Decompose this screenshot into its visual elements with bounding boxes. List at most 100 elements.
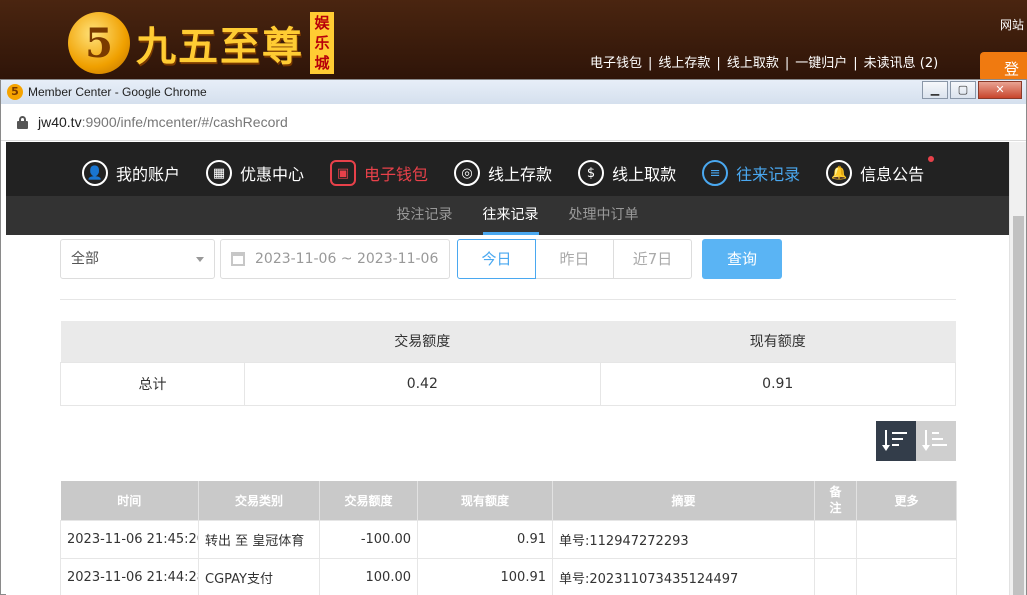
summary-header <box>60 321 245 362</box>
quick-date-buttons: 今日 昨日 近7日 <box>457 239 692 279</box>
records-header-row: 时间 交易类别 交易额度 现有额度 摘要 备注 更多 <box>60 481 957 520</box>
site-login-button[interactable]: 登 <box>980 52 1027 82</box>
top-strip <box>6 142 1009 150</box>
logo-text: 九五至尊 <box>136 23 304 70</box>
maximize-button[interactable]: ▢ <box>950 81 976 99</box>
nav-online-withdraw[interactable]: $ 线上取款 <box>578 160 676 186</box>
cell-type: 转出 至 皇冠体育 <box>198 519 320 559</box>
gift-icon: ▦ <box>206 160 233 186</box>
date-range-value: 2023-11-06 ~ 2023-11-06 <box>255 251 439 267</box>
col-header-remark: 备注 <box>814 481 857 520</box>
col-header-type: 交易类别 <box>198 481 320 520</box>
date-range-input[interactable]: 2023-11-06 ~ 2023-11-06 <box>220 239 450 279</box>
col-header-more: 更多 <box>856 481 957 520</box>
col-header-balance: 现有额度 <box>417 481 553 520</box>
site-nav-wallet[interactable]: 电子钱包 <box>590 56 642 71</box>
site-top-link[interactable]: 网站 <box>1000 16 1024 33</box>
sort-buttons <box>876 421 956 461</box>
type-select-value: 全部 <box>71 251 99 267</box>
summary-row: 总计 0.42 0.91 <box>59 361 957 406</box>
sort-asc-icon <box>922 430 949 452</box>
cell-remark <box>814 519 857 559</box>
yesterday-button[interactable]: 昨日 <box>535 239 614 279</box>
nav-label: 优惠中心 <box>240 165 305 184</box>
sub-nav: 投注记录 往来记录 处理中订单 <box>6 196 1009 235</box>
nav-my-account[interactable]: 👤 我的账户 <box>82 160 180 186</box>
tab-bet-records[interactable]: 投注记录 <box>397 196 453 235</box>
site-quick-nav: 电子钱包 | 线上存款 | 线上取款 | 一键归户 | 未读讯息 (2) <box>590 56 939 71</box>
deposit-icon: ◎ <box>454 160 481 186</box>
summary-header: 现有额度 <box>600 321 956 362</box>
cell-summary: 单号:202311073435124497 <box>552 557 815 595</box>
records-table: 时间 交易类别 交易额度 现有额度 摘要 备注 更多 2023-11-06 21… <box>60 481 957 595</box>
cell-balance: 100.91 <box>417 557 553 595</box>
scrollbar-thumb[interactable] <box>1013 216 1024 595</box>
browser-window: 5 Member Center - Google Chrome ▁ ▢ ✕ jw… <box>0 79 1027 595</box>
minimize-button[interactable]: ▁ <box>922 81 948 99</box>
logo-tag: 娱乐城 <box>310 12 334 74</box>
cell-more[interactable] <box>856 519 957 559</box>
col-header-amount: 交易额度 <box>319 481 418 520</box>
col-header-summary: 摘要 <box>552 481 815 520</box>
calendar-icon <box>231 252 245 266</box>
close-button[interactable]: ✕ <box>978 81 1022 99</box>
notification-dot <box>928 156 935 162</box>
query-button[interactable]: 查询 <box>702 239 782 279</box>
nav-label: 电子钱包 <box>364 165 429 184</box>
tab-pending-orders[interactable]: 处理中订单 <box>569 196 639 235</box>
col-header-time: 时间 <box>60 481 199 520</box>
type-select[interactable]: 全部 <box>60 239 215 279</box>
nav-label: 我的账户 <box>116 165 181 184</box>
divider <box>60 299 956 300</box>
summary-cell: 0.42 <box>244 361 601 406</box>
nav-transaction-records[interactable]: ≡ 往来记录 <box>702 160 800 186</box>
vertical-scrollbar[interactable] <box>1009 142 1026 595</box>
summary-cell: 0.91 <box>599 361 957 406</box>
tab-transaction-records[interactable]: 往来记录 <box>482 196 539 235</box>
favicon-icon: 5 <box>7 84 23 100</box>
cell-summary: 单号:112947272293 <box>552 519 815 559</box>
table-row: 2023-11-06 21:44:28 CGPAY支付 100.00 100.9… <box>60 557 957 595</box>
window-controls: ▁ ▢ ✕ <box>920 81 1022 99</box>
table-row: 2023-11-06 21:45:20 转出 至 皇冠体育 -100.00 0.… <box>60 519 957 559</box>
site-logo[interactable]: 5 九五至尊 娱乐城 <box>68 12 334 74</box>
site-nav-consolidate[interactable]: 一键归户 <box>795 56 847 71</box>
sort-desc-icon <box>882 430 909 452</box>
url-host: jw40.tv <box>38 114 82 130</box>
sort-asc-button[interactable] <box>916 421 956 461</box>
address-bar[interactable]: jw40.tv:9900/infe/mcenter/#/cashRecord <box>1 104 1026 141</box>
cell-amount: 100.00 <box>319 557 418 595</box>
cell-more[interactable] <box>856 557 957 595</box>
site-nav-unread[interactable]: 未读讯息 (2) <box>864 56 939 71</box>
url-path: :9900/infe/mcenter/#/cashRecord <box>81 114 288 130</box>
bell-icon: 🔔 <box>826 160 853 186</box>
nav-online-deposit[interactable]: ◎ 线上存款 <box>454 160 552 186</box>
site-nav-deposit[interactable]: 线上存款 <box>658 56 710 71</box>
lock-icon <box>17 115 28 129</box>
nav-label: 线上取款 <box>612 165 677 184</box>
last-7-days-button[interactable]: 近7日 <box>613 239 692 279</box>
nav-promotions[interactable]: ▦ 优惠中心 <box>206 160 304 186</box>
nav-label: 信息公告 <box>860 165 925 184</box>
nav-label: 线上存款 <box>488 165 553 184</box>
filter-bar: 全部 2023-11-06 ~ 2023-11-06 今日 昨日 近7日 查询 <box>60 239 782 279</box>
nav-e-wallet[interactable]: ▣ 电子钱包 <box>330 160 428 186</box>
user-icon: 👤 <box>82 160 108 186</box>
nav-announcements[interactable]: 🔔 信息公告 <box>826 156 935 186</box>
cell-balance: 0.91 <box>417 519 553 559</box>
cell-time: 2023-11-06 21:44:28 <box>60 557 199 595</box>
nav-label: 往来记录 <box>736 165 801 184</box>
today-button[interactable]: 今日 <box>457 239 536 279</box>
cell-remark <box>814 557 857 595</box>
window-titlebar[interactable]: 5 Member Center - Google Chrome ▁ ▢ ✕ <box>1 80 1026 104</box>
summary-table: 交易额度 现有额度 总计 0.42 0.91 <box>59 321 957 406</box>
window-title: Member Center - Google Chrome <box>28 85 207 99</box>
cell-time: 2023-11-06 21:45:20 <box>60 519 199 559</box>
logo-mark: 5 <box>68 12 130 74</box>
withdraw-icon: $ <box>578 160 605 186</box>
site-nav-withdraw[interactable]: 线上取款 <box>727 56 779 71</box>
sort-desc-button[interactable] <box>876 421 916 461</box>
cell-type: CGPAY支付 <box>198 557 320 595</box>
wallet-icon: ▣ <box>330 160 357 186</box>
record-icon: ≡ <box>702 160 729 186</box>
